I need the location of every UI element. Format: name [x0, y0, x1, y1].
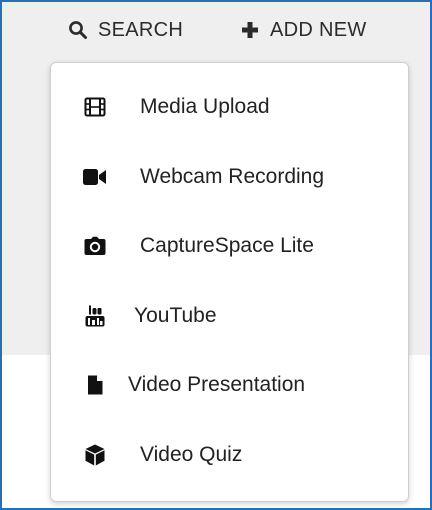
menu-item-label: Video Presentation: [128, 373, 306, 396]
menu-item-youtube[interactable]: YouTube: [51, 286, 408, 346]
file-icon: [83, 373, 107, 397]
menu-item-video-quiz[interactable]: Video Quiz: [51, 425, 408, 485]
search-label: SEARCH: [98, 18, 184, 41]
screenshot-frame: SEARCH ADD NEW Media Upload Webcam Recor…: [0, 0, 432, 510]
cube-icon: [83, 443, 107, 467]
search-icon: [68, 20, 88, 40]
add-new-dropdown-menu: Media Upload Webcam Recording CaptureSpa…: [50, 62, 409, 502]
add-new-label: ADD NEW: [270, 18, 367, 41]
plus-icon: [240, 20, 260, 40]
top-toolbar: SEARCH ADD NEW: [2, 2, 430, 58]
menu-item-media-upload[interactable]: Media Upload: [51, 77, 408, 137]
menu-item-label: Media Upload: [140, 95, 270, 118]
menu-item-label: Video Quiz: [140, 443, 243, 466]
menu-item-label: CaptureSpace Lite: [140, 234, 314, 257]
youtube-icon: [83, 304, 107, 328]
search-button[interactable]: SEARCH: [68, 14, 183, 46]
add-new-button[interactable]: ADD NEW: [240, 14, 367, 46]
menu-item-label: YouTube: [134, 304, 217, 327]
camera-icon: [83, 234, 107, 258]
menu-item-webcam-recording[interactable]: Webcam Recording: [51, 147, 408, 207]
video-camera-icon: [83, 165, 107, 189]
menu-item-capturespace-lite[interactable]: CaptureSpace Lite: [51, 216, 408, 276]
menu-item-label: Webcam Recording: [140, 165, 325, 188]
menu-item-video-presentation[interactable]: Video Presentation: [51, 355, 408, 415]
film-icon: [83, 95, 107, 119]
